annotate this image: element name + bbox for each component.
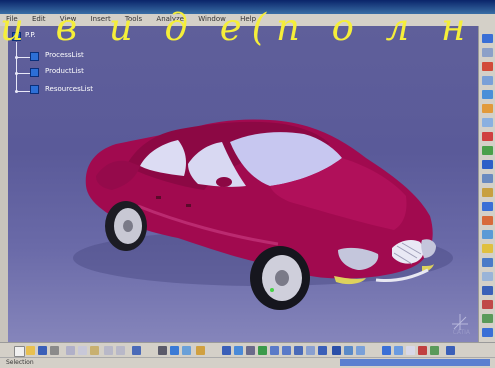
paste-icon[interactable]: [90, 346, 99, 355]
rotate-icon[interactable]: [258, 346, 267, 355]
zoom-in-icon[interactable]: [270, 346, 279, 355]
toolbar-button-icon[interactable]: [406, 346, 415, 355]
wheel-highlight: [270, 288, 274, 292]
toolbar-button-icon[interactable]: [182, 346, 191, 355]
fly-mode-icon[interactable]: [222, 346, 231, 355]
car-3d-model[interactable]: [8, 26, 478, 342]
toolbar-button-icon[interactable]: [382, 346, 391, 355]
overlay-caption: и в и д е(п о л н ы: [0, 6, 495, 49]
toolbar-button-icon[interactable]: [482, 160, 493, 169]
rear-wheel: [105, 201, 147, 251]
toolbar-button-icon[interactable]: [418, 346, 427, 355]
3d-viewport[interactable]: P.P. ProcessList ProductList ResourcesLi…: [8, 26, 478, 342]
new-file-icon[interactable]: [14, 346, 25, 357]
command-input[interactable]: [340, 359, 490, 366]
toolbar-button-icon[interactable]: [482, 216, 493, 225]
door-handle: [156, 196, 161, 199]
undo-icon[interactable]: [104, 346, 113, 355]
toolbar-button-icon[interactable]: [446, 346, 455, 355]
right-toolbar: [478, 26, 495, 342]
toolbar-button-icon[interactable]: [482, 202, 493, 211]
cut-icon[interactable]: [66, 346, 75, 355]
pan-icon[interactable]: [246, 346, 255, 355]
front-wheel: [250, 246, 310, 310]
toolbar-button-icon[interactable]: [482, 132, 493, 141]
save-icon[interactable]: [38, 346, 47, 355]
whats-this-icon[interactable]: [132, 346, 141, 355]
print-icon[interactable]: [50, 346, 59, 355]
status-bar: Selection: [0, 357, 495, 368]
toolbar-button-icon[interactable]: [482, 174, 493, 183]
toolbar-button-icon[interactable]: [158, 346, 167, 355]
toolbar-button-icon[interactable]: [482, 286, 493, 295]
toolbar-button-icon[interactable]: [482, 90, 493, 99]
status-text: Selection: [6, 359, 34, 366]
toolbar-button-icon[interactable]: [482, 146, 493, 155]
toolbar-button-icon[interactable]: [482, 314, 493, 323]
toolbar-button-icon[interactable]: [482, 244, 493, 253]
fit-all-icon[interactable]: [234, 346, 243, 355]
open-file-icon[interactable]: [26, 346, 35, 355]
toolbar-button-icon[interactable]: [482, 104, 493, 113]
zoom-out-icon[interactable]: [282, 346, 291, 355]
toolbar-button-icon[interactable]: [482, 300, 493, 309]
copy-icon[interactable]: [78, 346, 87, 355]
toolbar-button-icon[interactable]: [482, 258, 493, 267]
toolbar-button-icon[interactable]: [482, 76, 493, 85]
toolbar-button-icon[interactable]: [196, 346, 205, 355]
toolbar-button-icon[interactable]: [482, 230, 493, 239]
side-mirror: [216, 177, 232, 187]
swap-space-icon[interactable]: [356, 346, 365, 355]
shading-icon[interactable]: [332, 346, 341, 355]
catia-window: File Edit View Insert Tools Analyze Wind…: [0, 0, 495, 368]
toolbar-button-icon[interactable]: [482, 328, 493, 337]
toolbar-button-icon[interactable]: [482, 272, 493, 281]
toolbar-button-icon[interactable]: [394, 346, 403, 355]
redo-icon[interactable]: [116, 346, 125, 355]
watermark: CATIA: [452, 329, 470, 336]
bottom-toolbar: [0, 342, 495, 358]
toolbar-button-icon[interactable]: [430, 346, 439, 355]
door-handle: [186, 204, 191, 207]
iso-view-icon[interactable]: [318, 346, 327, 355]
toolbar-button-icon[interactable]: [482, 62, 493, 71]
hide-show-icon[interactable]: [344, 346, 353, 355]
multi-view-icon[interactable]: [306, 346, 315, 355]
normal-view-icon[interactable]: [294, 346, 303, 355]
toolbar-button-icon[interactable]: [482, 118, 493, 127]
toolbar-button-icon[interactable]: [170, 346, 179, 355]
toolbar-button-icon[interactable]: [482, 188, 493, 197]
